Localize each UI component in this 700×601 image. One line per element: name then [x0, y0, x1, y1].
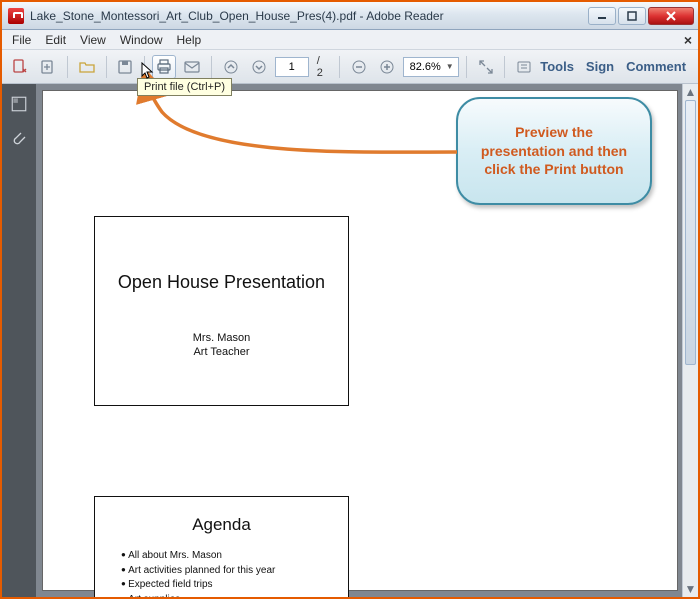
- sign-link[interactable]: Sign: [586, 59, 614, 74]
- close-button[interactable]: [648, 7, 694, 25]
- slide-1: Open House Presentation Mrs. Mason Art T…: [94, 216, 349, 406]
- fit-window-button[interactable]: [474, 55, 498, 79]
- zoom-combo[interactable]: 82.6% ▼: [403, 57, 459, 77]
- attachments-panel-button[interactable]: [7, 126, 31, 150]
- zoom-in-button[interactable]: [375, 55, 399, 79]
- page-total-label: / 2: [313, 55, 332, 79]
- nav-sidebar: [2, 84, 36, 597]
- email-button[interactable]: [180, 55, 204, 79]
- toolbar-sep: [211, 56, 212, 78]
- menu-help[interactable]: Help: [171, 31, 208, 49]
- zoom-value: 82.6%: [410, 61, 441, 73]
- window-title: Lake_Stone_Montessori_Art_Club_Open_Hous…: [30, 9, 582, 23]
- list-item: All about Mrs. Mason: [121, 549, 348, 564]
- tools-link[interactable]: Tools: [540, 59, 574, 74]
- menu-edit[interactable]: Edit: [39, 31, 72, 49]
- slide1-title: Open House Presentation: [95, 272, 348, 293]
- toolbar-sep: [339, 56, 340, 78]
- slide1-presenter: Mrs. Mason Art Teacher: [95, 331, 348, 360]
- comment-link[interactable]: Comment: [626, 59, 686, 74]
- menu-bar: File Edit View Window Help ×: [2, 30, 698, 50]
- presenter-name: Mrs. Mason: [95, 331, 348, 345]
- maximize-button[interactable]: [618, 7, 646, 25]
- read-mode-button[interactable]: [512, 55, 536, 79]
- window-controls: [588, 7, 694, 25]
- menu-view[interactable]: View: [74, 31, 112, 49]
- scroll-down-icon[interactable]: ▼: [683, 581, 698, 597]
- toolbar-right: Tools Sign Comment: [540, 59, 692, 74]
- toolbar-sep: [106, 56, 107, 78]
- close-document-button[interactable]: ×: [684, 32, 692, 48]
- print-button[interactable]: [152, 55, 176, 79]
- open-button[interactable]: [75, 55, 99, 79]
- scroll-up-icon[interactable]: ▲: [683, 84, 698, 100]
- scroll-thumb[interactable]: [685, 100, 696, 365]
- menu-file[interactable]: File: [6, 31, 37, 49]
- slide-2: Agenda All about Mrs. Mason Art activiti…: [94, 496, 349, 597]
- list-item: Art supplies: [121, 593, 348, 598]
- slide2-title: Agenda: [95, 515, 348, 535]
- list-item: Art activities planned for this year: [121, 564, 348, 579]
- toolbar-sep: [67, 56, 68, 78]
- list-item: Expected field trips: [121, 578, 348, 593]
- save-button[interactable]: [113, 55, 137, 79]
- instruction-callout: Preview the presentation and then click …: [456, 97, 652, 205]
- export-pdf-button[interactable]: [8, 55, 32, 79]
- vertical-scrollbar[interactable]: ▲ ▼: [682, 84, 698, 597]
- slide2-bullets: All about Mrs. Mason Art activities plan…: [121, 549, 348, 597]
- toolbar: / 2 82.6% ▼ Tools Sign Comment: [2, 50, 698, 84]
- presenter-role: Art Teacher: [95, 345, 348, 359]
- page-down-button[interactable]: [247, 55, 271, 79]
- scroll-track[interactable]: [683, 100, 698, 581]
- page-up-button[interactable]: [219, 55, 243, 79]
- minimize-button[interactable]: [588, 7, 616, 25]
- create-pdf-button[interactable]: [36, 55, 60, 79]
- title-bar: Lake_Stone_Montessori_Art_Club_Open_Hous…: [2, 2, 698, 30]
- menu-window[interactable]: Window: [114, 31, 169, 49]
- adobe-reader-icon: [8, 8, 24, 24]
- print-tooltip: Print file (Ctrl+P): [137, 78, 232, 96]
- thumbnails-panel-button[interactable]: [7, 92, 31, 116]
- toolbar-sep: [466, 56, 467, 78]
- adobe-reader-window: Lake_Stone_Montessori_Art_Club_Open_Hous…: [2, 2, 698, 597]
- toolbar-sep: [504, 56, 505, 78]
- toolbar-sep: [144, 56, 145, 78]
- chevron-down-icon: ▼: [446, 62, 454, 71]
- zoom-out-button[interactable]: [347, 55, 371, 79]
- page-number-input[interactable]: [275, 57, 309, 77]
